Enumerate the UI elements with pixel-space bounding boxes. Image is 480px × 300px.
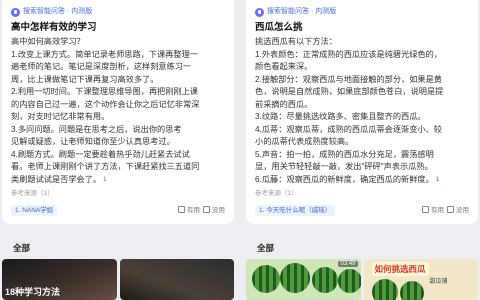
thumbs-up-icon [178, 205, 185, 213]
answer-line: 2.利用一切时间。下课整理思维导图，再把刚刚上课 [11, 87, 198, 96]
watermelon-image [280, 263, 310, 293]
answer-line: 遍老师的笔记。笔记是深度剖析，这样刻意练习一 [11, 62, 192, 71]
answer-line: 看。老师上课刚刚个讲了方法，下课赶紧找三五道同 [11, 162, 200, 171]
result-thumbnails: 03:49 如何挑选西瓜 甜瓜铺 [246, 259, 478, 300]
video-thumbnail[interactable]: 03:49 [246, 259, 361, 300]
video-thumbnail[interactable]: 18种学习方法 [2, 259, 117, 300]
answer-body: 高中如何高效学习？ 1.改变上课方式。简单记录老师思路，下课再整理一 遍老师的笔… [11, 36, 225, 186]
answer-line: 3.纹路：尽量挑选纹路多、密集且整齐的西瓜。 [255, 112, 426, 121]
answer-line-text: 类刷题试试是否学会了。 [11, 174, 102, 184]
not-useful-button[interactable]: 没用 [447, 204, 469, 214]
answer-line: 颜色看起来深。 [255, 62, 313, 71]
reference-link[interactable]: 1. NANA学姐 [11, 205, 58, 216]
answer-line: 色，说明是自然成熟，如果底部颜色苍白，说明是提 [255, 87, 444, 96]
reference-label: 参考来源（1） [255, 190, 298, 197]
answer-line: 小的瓜蒂代表成熟度较高。 [255, 137, 354, 146]
answer-line: 周，比上课做笔记下课再复习高效多了。 [11, 74, 159, 84]
result-thumbnails: 18种学习方法 [2, 259, 234, 300]
answer-line-text: 6.瓜藤：观察西瓜的新鲜度，确定西瓜的新鲜度。 [255, 174, 434, 184]
answer-line: 显，用关节轻轻敲一敲，发出"砰砰"声表示瓜熟。 [255, 162, 433, 171]
section-all-label: 全部 [13, 243, 31, 253]
poster-title: 如何挑选西瓜 [371, 262, 429, 276]
thumbs-up-icon [422, 205, 429, 213]
useful-label: 有用 [431, 207, 444, 214]
left-column: 搜索智能问答 · 内测版 高中怎样有效的学习 高中如何高效学习？ 1.改变上课方… [2, 0, 234, 300]
reference-label: 参考来源（1） [11, 190, 54, 197]
useful-button[interactable]: 有用 [422, 204, 444, 214]
answer-title: 高中怎样有效的学习 [11, 22, 97, 33]
answer-body: 挑选西瓜有以下方法： 1.外表颜色：正常成熟的西瓜应该是纯碧光绿色的， 颜色看起… [255, 36, 469, 186]
video-duration: 03:49 [338, 261, 358, 267]
answer-title: 西瓜怎么挑 [255, 22, 303, 33]
watermelon-image [338, 269, 361, 293]
answer-line: 高中如何高效学习？ [11, 37, 85, 46]
not-useful-label: 没用 [456, 207, 469, 214]
answer-line: 的内容自己过一遍，这个动作会让你之后记忆非常深 [11, 99, 200, 109]
ai-answer-icon [255, 7, 264, 17]
watermelon-image [312, 267, 338, 293]
not-useful-label: 没用 [212, 207, 225, 214]
poster-tag: 甜瓜铺 [429, 279, 448, 285]
answer-line: 4.瓜蒂：观察瓜蒂，成熟的西瓜瓜蒂会逐渐变小、较 [255, 124, 442, 134]
answer-line-last: 类刷题试试是否学会了。 1 [11, 174, 225, 187]
useful-button[interactable]: 有用 [178, 204, 200, 214]
thumbs-down-icon [203, 205, 210, 213]
answer-card-watermelon: 搜索智能问答 · 内测版 西瓜怎么挑 挑选西瓜有以下方法： 1.外表颜色：正常成… [246, 0, 478, 224]
answer-line: 4.刷题方式。刷题一定要趁着热乎劲儿赶紧去试试 [11, 149, 190, 159]
ai-answer-badge: 搜索智能问答 · 内测版 [23, 8, 93, 15]
right-column: 搜索智能问答 · 内测版 西瓜怎么挑 挑选西瓜有以下方法： 1.外表颜色：正常成… [246, 0, 478, 300]
ai-answer-icon [11, 7, 20, 17]
not-useful-button[interactable]: 没用 [203, 204, 225, 214]
answer-line: 前采摘的西瓜。 [255, 99, 313, 109]
answer-line: 刻，对支时记忆非常有用。 [11, 112, 110, 121]
answer-line: 见解或疑惑，让老师知道你至少认真思考过。 [11, 137, 175, 146]
watermelon-image [399, 281, 424, 300]
answer-card-study: 搜索智能问答 · 内测版 高中怎样有效的学习 高中如何高效学习？ 1.改变上课方… [2, 0, 234, 224]
answer-line: 挑选西瓜有以下方法： [255, 37, 337, 46]
useful-label: 有用 [187, 207, 200, 214]
watermelon-image [252, 265, 280, 293]
answer-line: 3.多问问题。问题是在思考之后，说出你的思考 [11, 124, 182, 134]
footnote-marker[interactable]: 1 [436, 174, 439, 187]
answer-line: 1.外表颜色：正常成熟的西瓜应该是纯碧光绿色的， [255, 49, 442, 59]
answer-card-header: 搜索智能问答 · 内测版 [255, 6, 469, 18]
answer-line: 5.声音：拍一拍，成熟的西瓜水分充足，震荡感明 [255, 149, 434, 159]
reference-link[interactable]: 1. 今天吃什么呢（威瑶） [255, 205, 336, 216]
thumbnail-caption: 18种学习方法 [5, 287, 61, 297]
ai-answer-badge: 搜索智能问答 · 内测版 [267, 8, 337, 15]
watermelon-image [371, 279, 398, 300]
video-thumbnail[interactable] [119, 259, 234, 300]
answer-card-header: 搜索智能问答 · 内测版 [11, 6, 225, 18]
video-thumbnail[interactable]: 如何挑选西瓜 甜瓜铺 [363, 259, 478, 300]
answer-line-last: 6.瓜藤：观察西瓜的新鲜度，确定西瓜的新鲜度。 1 [255, 174, 469, 187]
answer-line: 2.接触部分：观察西瓜与地面接触的部分，如果是黄 [255, 74, 442, 84]
answer-line: 1.改变上课方式。简单记录老师思路，下课再整理一 [11, 49, 198, 59]
thumbs-down-icon [447, 205, 454, 213]
section-all-label: 全部 [257, 243, 275, 253]
footnote-marker[interactable]: 1 [103, 174, 106, 187]
